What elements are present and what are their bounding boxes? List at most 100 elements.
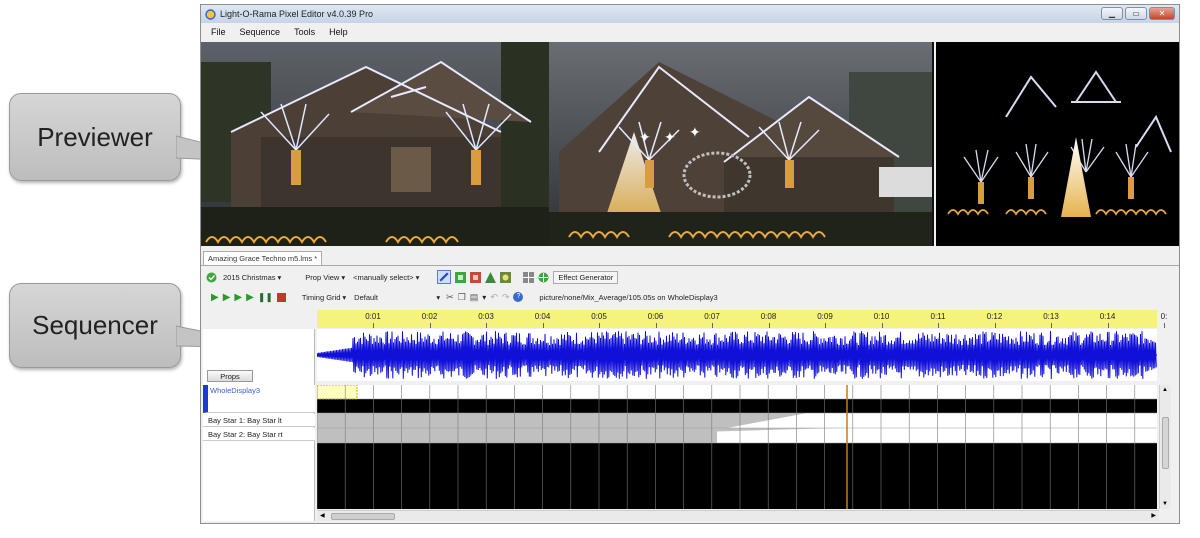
stop-icon[interactable] xyxy=(276,292,286,302)
timeline-tick-label: 0:03 xyxy=(478,312,494,321)
prop-row-label: Bay Star 1: Bay Star lt xyxy=(208,415,282,425)
chevron-down-icon: ▾ xyxy=(341,272,346,282)
lor-app-icon xyxy=(205,8,216,20)
house-preview-left xyxy=(201,42,549,246)
redo-icon[interactable]: ↷ xyxy=(502,292,510,303)
scroll-right-icon[interactable]: ▶ xyxy=(1151,512,1156,519)
title-bar: Light-O-Rama Pixel Editor v4.0.39 Pro ▁ … xyxy=(201,5,1179,23)
preview-status-icon xyxy=(206,272,217,282)
scroll-up-icon[interactable]: ▲ xyxy=(1162,387,1168,393)
audio-waveform[interactable] xyxy=(316,329,1157,381)
timeline-tick-mark xyxy=(1107,323,1109,328)
timeline-tick-mark xyxy=(1051,323,1052,328)
horizontal-scroll-thumb[interactable] xyxy=(331,513,395,520)
cut-icon[interactable]: ✂ xyxy=(446,292,454,303)
effect-brush-icon[interactable] xyxy=(437,270,452,284)
timeline-tick-label: 0:13 xyxy=(1043,312,1059,321)
copy-icon[interactable]: ❐ xyxy=(458,292,466,303)
chevron-down-icon[interactable]: ▾ xyxy=(482,293,486,302)
prop-select-value: <manually select> xyxy=(353,272,414,282)
timeline-ruler[interactable]: 0:01 0:02 0:03 0:04 0:05 0:06 0:07 0:08 0:09 0:10… xyxy=(317,310,1167,328)
menu-bar: File Sequence Tools Help xyxy=(201,23,1179,41)
timeline-tick-mark xyxy=(881,323,883,328)
scroll-down-icon[interactable]: ▼ xyxy=(1162,501,1168,507)
effect-green-icon[interactable] xyxy=(455,271,467,283)
timeline-tick-mark xyxy=(994,323,996,328)
timeline-tick-mark xyxy=(373,323,374,328)
horizontal-scrollbar[interactable]: ◀ ▶ xyxy=(317,510,1159,521)
close-button[interactable]: ✕ xyxy=(1149,7,1175,20)
window-title: Light-O-Rama Pixel Editor v4.0.39 Pro xyxy=(220,9,374,19)
sequence-grid[interactable] xyxy=(316,384,1157,509)
chevron-down-icon: ▾ xyxy=(342,292,347,302)
timing-grid-value: Default xyxy=(354,292,378,302)
effect-tree-icon[interactable] xyxy=(485,271,497,283)
prop-row-whole-display[interactable]: WholeDisplay3 xyxy=(203,385,315,413)
prop-row-label: WholeDisplay3 xyxy=(210,386,261,395)
minimize-button[interactable]: ▁ xyxy=(1101,7,1123,20)
play-selection-icon[interactable]: ▶ xyxy=(223,292,231,303)
timeline-tick-mark xyxy=(486,323,487,328)
timing-grid-dropdown[interactable]: Timing Grid ▾ xyxy=(300,293,348,302)
previewer-callout: Previewer xyxy=(9,93,181,181)
svg-text:✦: ✦ xyxy=(639,130,651,146)
timeline-tick-label: 0:04 xyxy=(534,312,551,321)
props-button[interactable]: Props xyxy=(207,370,253,382)
previewer-panel: ✦ ✦ ✦ xyxy=(201,42,1179,246)
menu-sequence[interactable]: Sequence xyxy=(240,27,281,37)
prop-row-bay-star-1[interactable]: Bay Star 1: Bay Star lt xyxy=(203,414,315,427)
effect-mix-icon[interactable] xyxy=(500,271,512,283)
paste-icon[interactable]: ▤ xyxy=(470,292,479,303)
prop-view-dropdown[interactable]: Prop View ▾ xyxy=(303,273,347,282)
chevron-down-icon: ▾ xyxy=(277,272,282,282)
timeline-tick-mark xyxy=(768,323,770,328)
svg-text:✦: ✦ xyxy=(664,130,676,146)
sequencer-callout-label: Sequencer xyxy=(32,310,158,340)
timeline-tick-label: 0:08 xyxy=(760,312,777,321)
effect-generator-button[interactable]: Effect Generator xyxy=(553,270,619,284)
undo-icon[interactable]: ↶ xyxy=(490,292,498,303)
menu-tools[interactable]: Tools xyxy=(294,27,315,37)
play-loop-icon[interactable]: ▶ xyxy=(234,292,242,303)
house-preview-right: ✦ ✦ ✦ xyxy=(549,42,932,246)
preview-select[interactable]: 2015 Christmas ▾ xyxy=(221,273,283,282)
timeline-tick-mark xyxy=(542,323,544,328)
previewer-callout-label: Previewer xyxy=(37,121,153,152)
timeline-tick-mark xyxy=(825,323,826,328)
preview-select-value: 2015 Christmas xyxy=(223,272,276,282)
help-icon[interactable]: ? xyxy=(513,292,524,302)
timeline-tick-mark xyxy=(938,323,939,328)
timeline-tick-label: 0:01 xyxy=(365,312,381,321)
timeline-tick-label: 0:14 xyxy=(1099,312,1116,321)
effect-grid-icon[interactable] xyxy=(523,271,535,283)
prop-select-dropdown[interactable]: <manually select> ▾ xyxy=(351,273,421,282)
play-icon[interactable]: ▶ xyxy=(211,292,219,303)
effect-star-icon[interactable] xyxy=(538,272,549,283)
app-window: Light-O-Rama Pixel Editor v4.0.39 Pro ▁ … xyxy=(200,4,1180,524)
timing-grid-select[interactable]: Default ▾ xyxy=(352,293,442,302)
effect-generator-label: Effect Generator xyxy=(558,272,614,282)
effect-red-icon[interactable] xyxy=(470,271,482,283)
props-panel: Props WholeDisplay3 Bay Star 1: Bay Star… xyxy=(203,329,315,521)
timing-grid-label: Timing Grid xyxy=(301,292,341,302)
scroll-left-icon[interactable]: ◀ xyxy=(320,512,325,519)
prop-view-label: Prop View xyxy=(305,272,340,282)
sequence-tab[interactable]: Amazing Grace Techno m5.lms * xyxy=(203,251,323,265)
vertical-scrollbar[interactable]: ▲ ▼ xyxy=(1159,385,1171,509)
props-button-label: Props xyxy=(220,371,240,381)
timeline-tick-mark xyxy=(599,323,600,328)
play-from-cursor-icon[interactable]: ▶ xyxy=(246,292,254,303)
maximize-button[interactable]: ▭ xyxy=(1125,7,1147,20)
menu-file[interactable]: File xyxy=(211,27,226,37)
timeline-tick-mark xyxy=(1164,323,1165,328)
menu-help[interactable]: Help xyxy=(329,27,348,37)
prop-row-bay-star-2[interactable]: Bay Star 2: Bay Star rt xyxy=(203,428,315,441)
timeline-tick-label: 0:09 xyxy=(817,312,833,321)
pause-icon[interactable]: ❚❚ xyxy=(258,292,273,303)
effect-status-text: picture/none/Mix_Average/105.05s on Whol… xyxy=(539,292,718,302)
toolbar-row-1: 2015 Christmas ▾ Prop View ▾ <manually sel… xyxy=(206,269,619,285)
vertical-scroll-thumb[interactable] xyxy=(1162,417,1169,469)
timeline-tick-label: 0:07 xyxy=(704,312,720,321)
sequencer-callout: Sequencer xyxy=(9,283,181,368)
timeline-tick-label: 0:02 xyxy=(421,312,438,321)
